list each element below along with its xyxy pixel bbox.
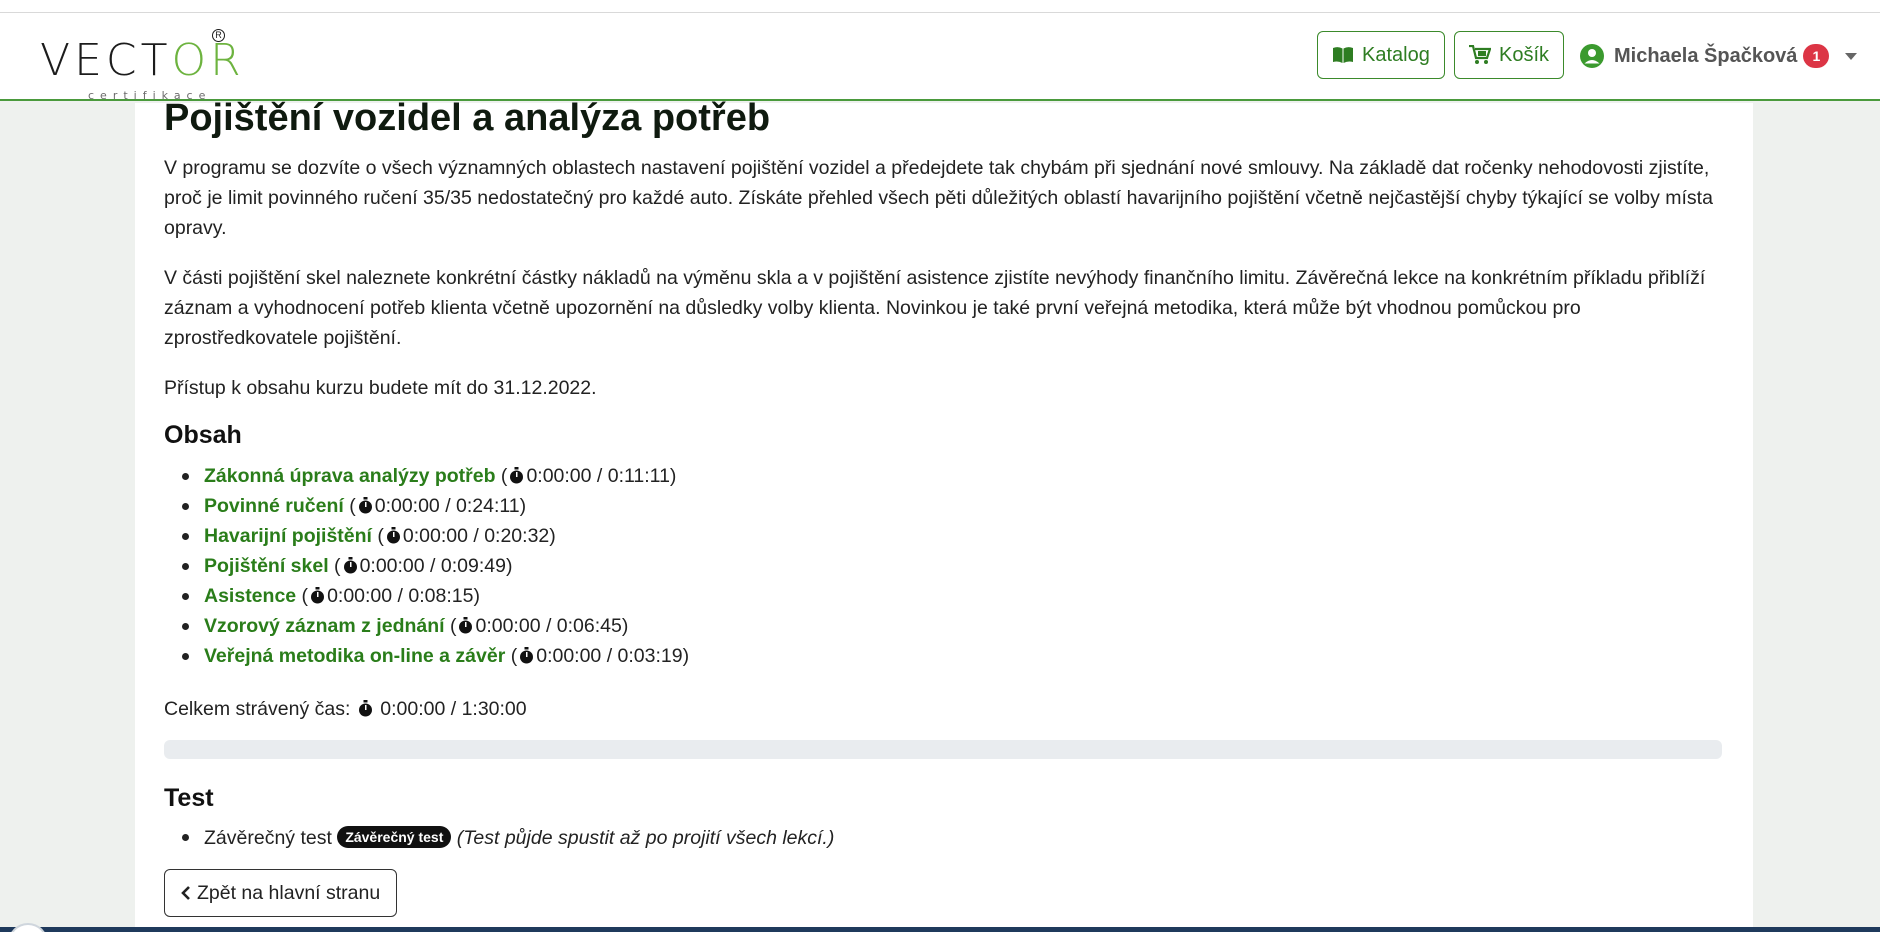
chevron-left-icon	[181, 886, 190, 900]
user-menu[interactable]: Michaela Špačková 1	[1580, 31, 1858, 81]
stopwatch-icon	[311, 587, 325, 604]
katalog-label: Katalog	[1362, 43, 1430, 66]
cart-icon	[1469, 45, 1491, 64]
book-icon	[1333, 47, 1353, 63]
kosik-label: Košík	[1499, 43, 1550, 66]
lesson-time: 0:00:00 / 0:08:15	[327, 585, 474, 607]
list-item: Vzorový záznam z jednání (0:00:00 / 0:06…	[164, 611, 689, 641]
lesson-time: 0:00:00 / 0:06:45	[475, 615, 622, 637]
window-top-strip	[0, 0, 1880, 13]
lesson-link[interactable]: Veřejná metodika on-line a závěr	[204, 645, 505, 667]
lesson-link[interactable]: Vzorový záznam z jednání	[204, 615, 445, 637]
lesson-time: 0:00:00 / 0:20:32	[402, 525, 550, 547]
registered-mark-icon: R	[212, 29, 225, 42]
test-list: Závěrečný test Závěrečný test (Test půjd…	[164, 822, 834, 852]
chevron-down-icon	[1845, 52, 1858, 60]
contents-heading: Obsah	[164, 421, 242, 449]
user-name: Michaela Špačková	[1614, 44, 1798, 67]
test-item-label: Závěrečný test	[204, 827, 332, 849]
stopwatch-icon	[459, 617, 473, 634]
kosik-button[interactable]: Košík	[1454, 31, 1565, 79]
list-item: Zákonná úprava analýzy potřeb (0:00:00 /…	[164, 461, 689, 491]
stopwatch-icon	[358, 700, 372, 717]
back-button-label: Zpět na hlavní stranu	[197, 881, 381, 904]
list-item: Závěrečný test Závěrečný test (Test půjd…	[164, 822, 834, 852]
navbar: VECTOR R certifikace Katalog Košík Micha…	[0, 13, 1880, 103]
final-test-badge: Závěrečný test	[337, 826, 452, 848]
lesson-list: Zákonná úprava analýzy potřeb (0:00:00 /…	[164, 461, 689, 671]
list-item: Asistence (0:00:00 / 0:08:15)	[164, 581, 689, 611]
lesson-link[interactable]: Havarijní pojištění	[204, 525, 372, 547]
stopwatch-icon	[343, 557, 357, 574]
list-item: Veřejná metodika on-line a závěr (0:00:0…	[164, 641, 689, 671]
list-item: Havarijní pojištění (0:00:00 / 0:20:32)	[164, 521, 689, 551]
lesson-link[interactable]: Asistence	[204, 585, 296, 607]
taskbar-strip	[0, 927, 1880, 932]
access-info: Přístup k obsahu kurzu budete mít do 31.…	[164, 377, 597, 399]
user-avatar-icon	[1580, 44, 1604, 68]
vector-logo[interactable]: VECTOR R certifikace	[40, 23, 241, 103]
back-to-home-button[interactable]: Zpět na hlavní stranu	[164, 869, 398, 917]
stopwatch-icon	[520, 647, 534, 664]
total-time: Celkem strávený čas: 0:00:00 / 1:30:00	[164, 694, 527, 724]
course-description-2: V části pojištění skel naleznete konkrét…	[164, 267, 1706, 349]
page-title: Pojištění vozidel a analýza potřeb	[164, 97, 771, 139]
test-heading: Test	[164, 784, 214, 812]
logo-wordmark: VECTOR	[40, 35, 245, 86]
course-detail: Pojištění vozidel a analýza potřeb V pro…	[135, 97, 1753, 932]
lesson-time: 0:00:00 / 0:11:11	[526, 465, 670, 487]
notification-badge: 1	[1803, 44, 1830, 68]
stopwatch-icon	[386, 527, 400, 544]
total-time-label: Celkem strávený čas:	[164, 698, 351, 720]
stopwatch-icon	[358, 497, 372, 514]
course-progress-bar	[164, 740, 1722, 759]
course-description-1: V programu se dozvíte o všech významných…	[164, 157, 1713, 239]
lesson-time: 0:00:00 / 0:03:19	[536, 645, 683, 667]
lesson-time: 0:00:00 / 0:24:11	[374, 495, 520, 517]
lesson-link[interactable]: Zákonná úprava analýzy potřeb	[204, 465, 496, 487]
lesson-time: 0:00:00 / 0:09:49	[359, 555, 506, 577]
katalog-button[interactable]: Katalog	[1317, 31, 1445, 79]
stopwatch-icon	[510, 467, 524, 484]
lesson-link[interactable]: Pojištění skel	[204, 555, 329, 577]
list-item: Pojištění skel (0:00:00 / 0:09:49)	[164, 551, 689, 581]
lesson-link[interactable]: Povinné ručení	[204, 495, 344, 517]
list-item: Povinné ručení (0:00:00 / 0:24:11)	[164, 491, 689, 521]
total-time-value: 0:00:00 / 1:30:00	[380, 698, 527, 720]
test-note: (Test půjde spustit až po projití všech …	[456, 827, 835, 849]
